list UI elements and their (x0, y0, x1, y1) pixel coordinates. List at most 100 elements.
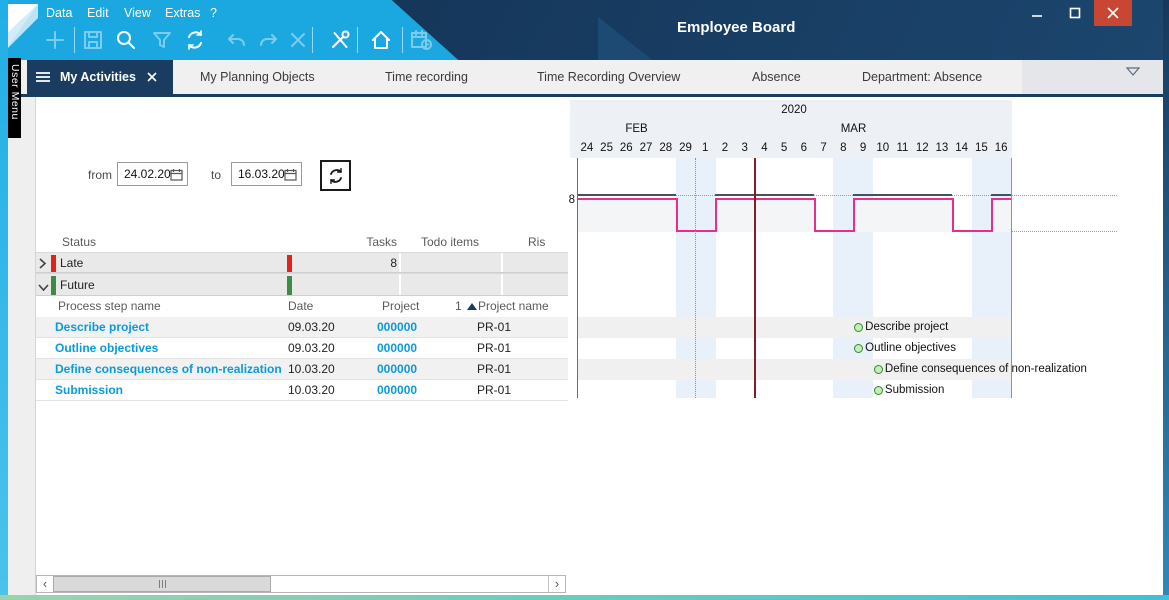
milestone-marker[interactable] (874, 386, 883, 395)
from-date-input[interactable]: 24.02.20 (117, 162, 188, 186)
capacity-fill (735, 200, 755, 232)
capacity-top-line (597, 194, 617, 196)
process-step-link[interactable]: Outline objectives (55, 338, 158, 359)
col-header-project-name[interactable]: Project name (478, 297, 549, 316)
project-link[interactable]: 000000 (377, 380, 417, 401)
workload-line (932, 198, 952, 200)
capacity-top-line (755, 194, 775, 196)
gantt-day-label: 16 (991, 139, 1011, 157)
user-menu-handle[interactable]: User Menu (8, 58, 21, 138)
col-header-risks[interactable]: Ris (528, 233, 545, 252)
tab-my-activities[interactable]: My Activities (27, 60, 173, 94)
apply-refresh-button[interactable] (320, 160, 351, 191)
col-header-process-step[interactable]: Process step name (58, 297, 161, 316)
capacity-top-line (656, 194, 676, 196)
table-row[interactable]: Outline objectives 09.03.20 000000 PR-01 (36, 338, 568, 359)
capacity-fill (893, 200, 913, 232)
cell-divider (399, 253, 401, 272)
table-row[interactable]: Submission 10.03.20 000000 PR-01 (36, 380, 568, 401)
scrollbar-thumb[interactable] (53, 576, 271, 592)
workload-line (676, 230, 696, 232)
milestone-label: Define consequences of non-realization (885, 361, 1087, 377)
project-name-cell: PR-01 (477, 380, 511, 401)
search-icon[interactable] (111, 25, 141, 55)
capacity-top-line (577, 194, 597, 196)
menu-extras[interactable]: Extras (165, 4, 200, 22)
delete-icon[interactable] (283, 25, 313, 55)
project-link[interactable]: 000000 (377, 317, 417, 338)
menu-data[interactable]: Data (46, 4, 72, 22)
col-header-status[interactable]: Status (62, 233, 96, 252)
project-link[interactable]: 000000 (377, 338, 417, 359)
tab-absence[interactable]: Absence (752, 60, 801, 94)
tab-my-planning-objects[interactable]: My Planning Objects (200, 60, 315, 94)
tab-dropdown-icon[interactable] (1126, 66, 1140, 80)
milestone-marker[interactable] (874, 365, 883, 374)
close-button[interactable] (1094, 0, 1132, 26)
undo-icon[interactable] (222, 25, 252, 55)
gantt-month-mar: MAR (696, 120, 1011, 138)
from-label: from (85, 167, 112, 183)
capacity-top-line (873, 194, 893, 196)
sort-indicator[interactable]: 1 (455, 297, 477, 316)
horizontal-scrollbar[interactable]: ‹ › (36, 575, 566, 593)
capacity-fill (715, 200, 735, 232)
user-menu-strip[interactable] (8, 97, 36, 595)
chevron-right-icon[interactable] (39, 258, 47, 272)
tab-label: My Activities (60, 70, 136, 84)
project-link[interactable]: 000000 (377, 359, 417, 380)
chart-left-edge (577, 158, 578, 398)
redo-icon[interactable] (253, 25, 283, 55)
gantt-day-label: 28 (656, 139, 676, 157)
minimize-button[interactable] (1018, 0, 1056, 26)
gantt-day-label: 9 (853, 139, 873, 157)
hamburger-icon[interactable] (35, 71, 51, 83)
workload-line-step (676, 198, 678, 232)
group-row-late[interactable]: Late 8 (36, 252, 568, 273)
tools-icon[interactable] (325, 25, 355, 55)
gantt-day-label: 27 (636, 139, 656, 157)
capacity-fill (774, 200, 794, 232)
col-header-todo-items[interactable]: Todo items (399, 233, 501, 252)
process-step-link[interactable]: Submission (55, 380, 123, 401)
toolbar-separator (402, 27, 403, 53)
refresh-icon[interactable] (180, 25, 210, 55)
calendar-icon[interactable] (284, 168, 297, 181)
col-header-tasks[interactable]: Tasks (340, 233, 397, 252)
to-date-input[interactable]: 16.03.20 (231, 162, 302, 186)
workload-line-step (814, 198, 816, 232)
gantt-day-label: 15 (972, 139, 992, 157)
group-row-future[interactable]: Future (36, 273, 568, 296)
process-step-link[interactable]: Define consequences of non-realization (55, 359, 282, 380)
home-icon[interactable] (366, 25, 396, 55)
calendar-icon[interactable] (170, 168, 183, 181)
col-header-project[interactable]: Project (382, 297, 419, 316)
workload-line-step (853, 198, 855, 232)
maximize-button[interactable] (1056, 0, 1094, 26)
menu-view[interactable]: View (124, 4, 151, 22)
save-icon[interactable] (78, 25, 108, 55)
milestone-label: Submission (885, 382, 944, 398)
cell-divider (501, 253, 503, 272)
planning-calendar-icon[interactable] (406, 25, 436, 55)
tab-close-icon[interactable] (147, 72, 157, 82)
group-task-count: 8 (340, 253, 397, 274)
tab-department-absence[interactable]: Department: Absence (862, 60, 982, 94)
table-row[interactable]: Define consequences of non-realization 1… (36, 359, 568, 380)
gantt-day-label: 24 (577, 139, 597, 157)
col-header-date[interactable]: Date (288, 297, 313, 316)
table-row[interactable]: Describe project 09.03.20 000000 PR-01 (36, 317, 568, 338)
scroll-left-button[interactable]: ‹ (37, 576, 54, 592)
gantt-day-label: 3 (735, 139, 755, 157)
add-icon[interactable] (40, 25, 70, 55)
capacity-top-line (616, 194, 636, 196)
filter-icon[interactable] (147, 25, 177, 55)
chevron-down-icon[interactable] (38, 281, 49, 295)
tab-time-recording-overview[interactable]: Time Recording Overview (537, 60, 680, 94)
menu-help[interactable]: ? (210, 4, 217, 22)
tab-time-recording[interactable]: Time recording (385, 60, 468, 94)
process-step-link[interactable]: Describe project (55, 317, 149, 338)
scroll-right-button[interactable]: › (548, 576, 565, 592)
menu-edit[interactable]: Edit (87, 4, 109, 22)
capacity-fill (577, 200, 597, 232)
